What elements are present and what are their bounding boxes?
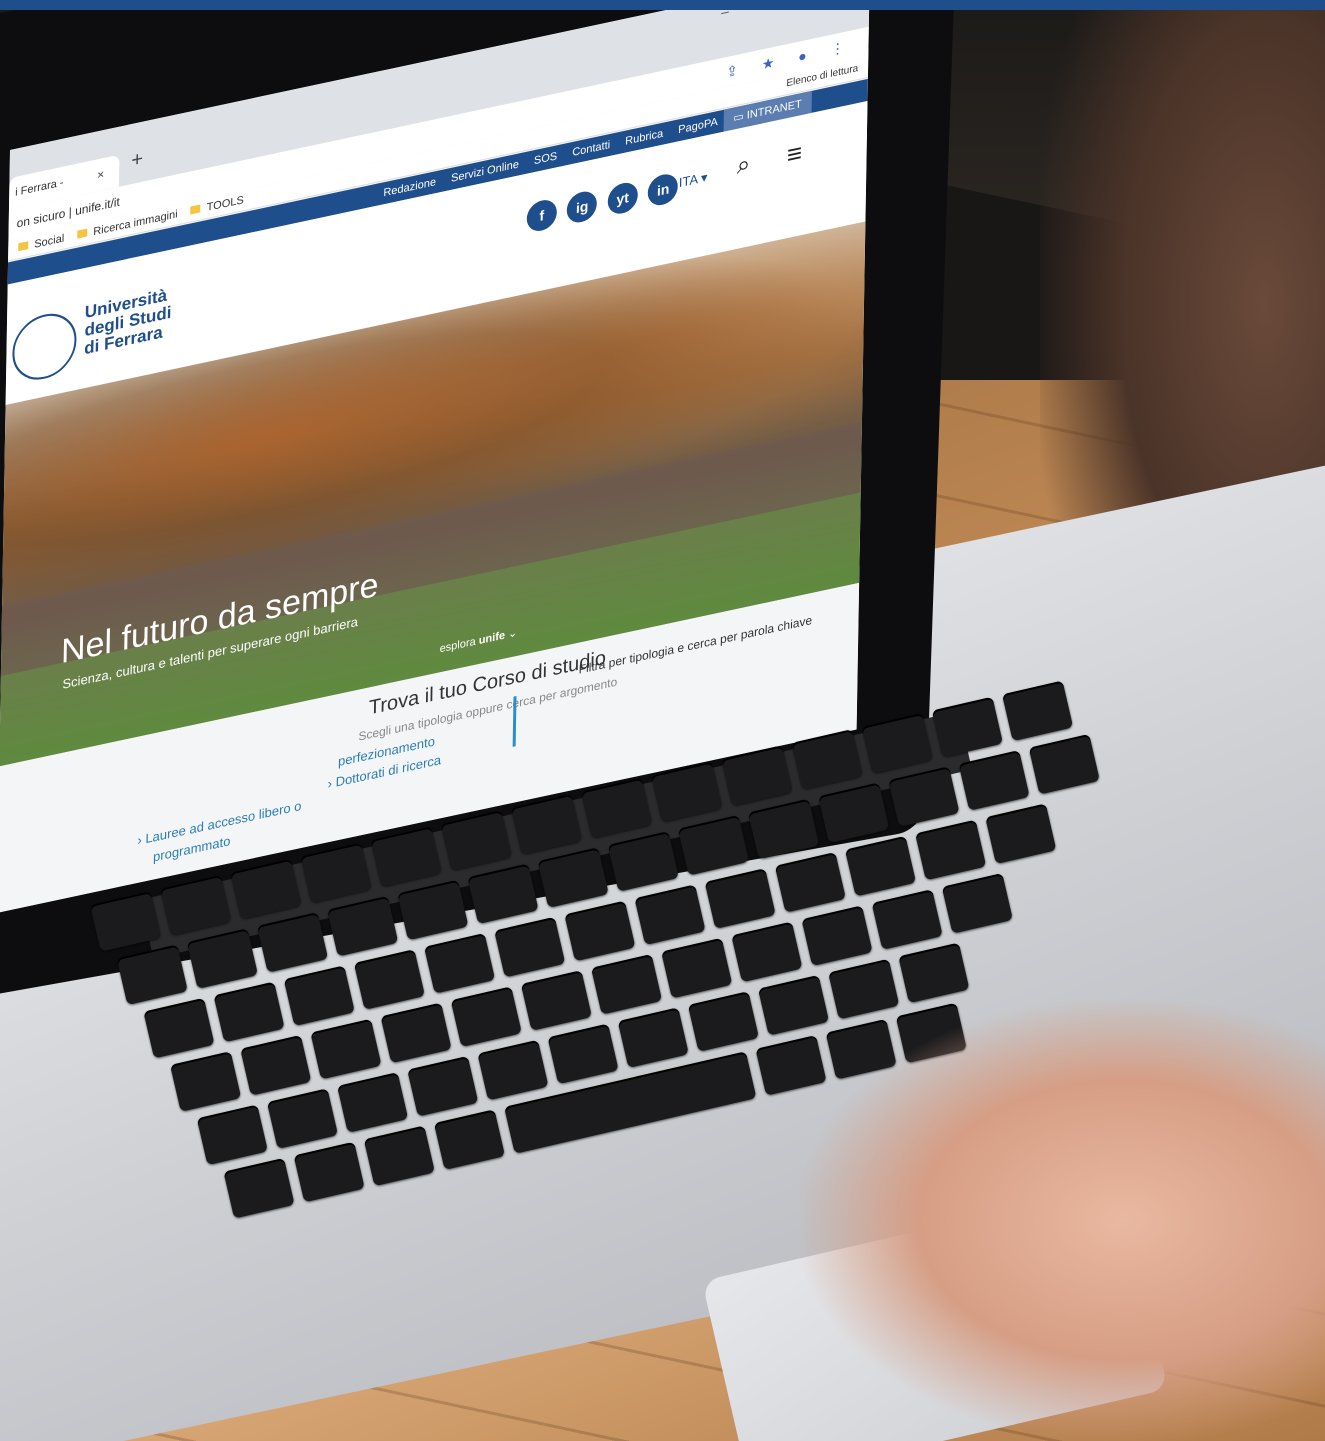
keyboard-key <box>310 1018 382 1080</box>
keyboard-key <box>844 835 917 897</box>
keyboard-key <box>283 965 355 1027</box>
keyboard-key <box>423 932 496 994</box>
keyboard-key <box>958 750 1030 811</box>
keyboard-key <box>677 814 750 876</box>
university-logo-text[interactable]: Università degli Studi di Ferrara <box>84 278 205 358</box>
folder-icon <box>190 204 201 215</box>
facebook-icon[interactable]: f <box>526 197 558 234</box>
keyboard-key <box>353 949 426 1010</box>
keyboard-key <box>774 852 846 913</box>
keyboard-key <box>223 1157 295 1219</box>
university-seal-icon[interactable] <box>11 307 77 386</box>
keyboard-key <box>871 889 943 950</box>
close-icon[interactable]: × <box>97 158 105 192</box>
keyboard-key <box>801 905 873 967</box>
photo-scene: i Ferrara - × + – ▢ ✕ on sicuro | unife.… <box>0 0 1325 1441</box>
folder-icon <box>77 228 88 239</box>
nav-sos[interactable]: SOS <box>534 150 557 167</box>
keyboard-key <box>494 916 566 978</box>
keyboard-key <box>116 944 188 1006</box>
keyboard-key <box>450 986 522 1048</box>
search-icon[interactable]: ⌕ <box>737 150 751 181</box>
keyboard-key <box>380 1002 452 1064</box>
top-accent-bar <box>0 0 1325 10</box>
keyboard-key <box>467 863 539 925</box>
keyboard-key <box>607 831 679 892</box>
linkedin-icon[interactable]: in <box>647 171 679 208</box>
keyboard-key <box>731 921 803 983</box>
keyboard-key <box>687 991 760 1052</box>
social-links: f ig yt in <box>526 170 685 234</box>
keyboard-key <box>397 879 469 941</box>
keyboard-key <box>256 912 329 973</box>
keyboard-key <box>985 803 1057 865</box>
keyboard-key <box>898 942 970 1004</box>
keyboard-key <box>661 937 733 999</box>
keyboard-key <box>196 1104 268 1166</box>
keyboard-key <box>266 1088 339 1150</box>
keyboard-key <box>477 1039 549 1101</box>
keyboard-key <box>213 981 285 1043</box>
keyboard-key <box>748 798 820 860</box>
keyboard-key <box>433 1109 506 1171</box>
keyboard-key <box>704 868 776 929</box>
keyboard-key <box>1028 733 1100 795</box>
tab-title: i Ferrara - <box>15 176 64 199</box>
menu-icon[interactable]: ≡ <box>787 137 803 171</box>
instagram-icon[interactable]: ig <box>566 188 598 226</box>
keyboard-key <box>888 766 960 827</box>
divider <box>512 696 517 747</box>
keyboard-key <box>818 782 890 844</box>
youtube-icon[interactable]: yt <box>607 180 638 217</box>
keyboard-key <box>634 884 706 946</box>
keyboard-key <box>547 1023 619 1085</box>
keyboard-key <box>941 872 1013 934</box>
keyboard-key <box>915 819 987 881</box>
laptop-icon: ▭ <box>733 109 747 125</box>
keyboard-key <box>170 1051 242 1112</box>
keyboard-key <box>337 1072 409 1133</box>
explore-link[interactable]: esplora unife ⌄ <box>440 626 518 656</box>
folder-icon <box>18 241 29 252</box>
keyboard-key <box>363 1125 435 1187</box>
keyboard-key <box>186 928 259 989</box>
keyboard-key <box>520 970 593 1031</box>
keyboard-key <box>564 900 636 962</box>
keyboard-key <box>617 1007 689 1069</box>
keyboard-key <box>143 997 215 1059</box>
chevron-down-icon: ⌄ <box>507 626 518 641</box>
keyboard-key <box>537 847 609 908</box>
keyboard-key <box>327 895 399 957</box>
keyboard-key <box>293 1141 365 1203</box>
new-tab-icon[interactable]: + <box>131 148 143 174</box>
keyboard-key <box>407 1055 479 1117</box>
keyboard-key <box>240 1034 312 1096</box>
keyboard-key <box>590 953 663 1015</box>
hand <box>800 1000 1325 1441</box>
